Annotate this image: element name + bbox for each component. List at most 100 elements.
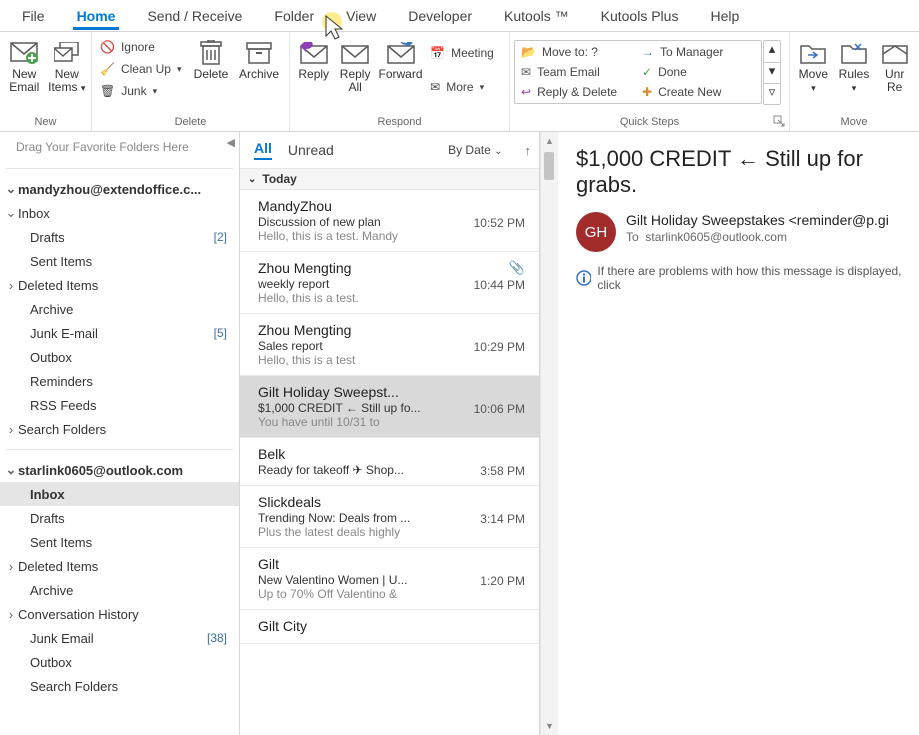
folder-item[interactable]: ⌄Inbox [0,201,239,225]
expand-icon: › [4,607,18,622]
quickstep-item[interactable]: ✚Create New [642,85,757,99]
folder-item[interactable]: Sent Items [0,530,239,554]
info-icon [576,270,591,286]
folder-item[interactable]: ›Conversation History [0,602,239,626]
folder-item[interactable]: ›Deleted Items [0,273,239,297]
folder-item[interactable]: Archive [0,578,239,602]
folder-item[interactable]: RSS Feeds [0,393,239,417]
message-item[interactable]: MandyZhouDiscussion of new planHello, th… [240,190,539,252]
main-area: ◀ Drag Your Favorite Folders Here ⌄mandy… [0,132,919,735]
delete-button[interactable]: Delete [188,36,234,83]
message-item[interactable]: Zhou MengtingSales reportHello, this is … [240,314,539,376]
quickstep-label: Reply & Delete [537,85,617,99]
tab-view[interactable]: View [330,2,392,29]
folder-item[interactable]: Junk Email[38] [0,626,239,650]
sort-direction-button[interactable]: ↑ [525,143,532,158]
tab-send-receive[interactable]: Send / Receive [131,2,258,29]
message-item[interactable]: BelkReady for takeoff ✈ Shop...3:58 PM [240,438,539,486]
folder-item[interactable]: Outbox [0,345,239,369]
message-list-scrollbar[interactable]: ▲ ▼ [540,132,558,735]
message-item[interactable]: 📎Zhou Mengtingweekly reportHello, this i… [240,252,539,314]
new-email-button[interactable]: NewEmail [4,36,45,96]
quickstep-item[interactable]: ✉Team Email [521,65,636,79]
reply-all-icon [340,38,370,68]
folder-item[interactable]: Drafts[2] [0,225,239,249]
reading-from: Gilt Holiday Sweepstakes <reminder@p.gi [626,212,915,228]
archive-button[interactable]: Archive [236,36,282,83]
tab-folder[interactable]: Folder [258,2,330,29]
folder-item[interactable]: Outbox [0,650,239,674]
folder-item[interactable]: Inbox [0,482,239,506]
message-item[interactable]: SlickdealsTrending Now: Deals from ...Pl… [240,486,539,548]
scroll-down-button[interactable]: ▼ [541,717,558,735]
info-bar[interactable]: If there are problems with how this mess… [576,264,915,292]
folder-item[interactable]: Junk E-mail[5] [0,321,239,345]
expand-icon: › [4,278,18,293]
quicksteps-expand[interactable]: ▿ [764,83,780,104]
filter-tab-unread[interactable]: Unread [288,142,334,158]
unread-read-icon [880,38,910,68]
quickstep-item[interactable]: →To Manager [642,45,757,59]
scroll-up-button[interactable]: ▲ [541,132,558,150]
tab-kutools-[interactable]: Kutools ™ [488,2,585,29]
forward-button[interactable]: Forward [377,36,424,83]
sort-by-button[interactable]: By Date ⌄ [448,143,502,157]
quickstep-item[interactable]: 📂Move to: ? [521,45,636,59]
tab-file[interactable]: File [6,2,61,29]
ribbon-group-respond: Reply ReplyAll Forward 📅Meeting ✉More▾ R… [290,32,510,131]
group-header-today[interactable]: ⌄ Today [240,168,539,190]
folder-item[interactable]: Sent Items [0,249,239,273]
message-subject: Discussion of new plan [258,215,438,229]
new-items-button[interactable]: NewItems ▾ [47,36,88,96]
message-item[interactable]: Gilt Holiday Sweepst...$1,000 CREDIT ← S… [240,376,539,438]
filter-tab-all[interactable]: All [254,140,272,160]
expand-icon: › [4,559,18,574]
account-header[interactable]: ⌄mandyzhou@extendoffice.c... [0,177,239,201]
folder-item[interactable]: Drafts [0,506,239,530]
folder-pane-collapse-icon[interactable]: ◀ [227,136,235,149]
quickstep-label: To Manager [660,45,723,59]
quickstep-item[interactable]: ✓Done [642,65,757,79]
tab-kutools-plus[interactable]: Kutools Plus [585,2,695,29]
reading-header: GH Gilt Holiday Sweepstakes <reminder@p.… [576,212,915,252]
move-button[interactable]: Move▾ [794,36,833,96]
cleanup-button[interactable]: 🧹Clean Up▾ [96,58,186,80]
quickstep-label: Move to: ? [542,45,598,59]
unread-read-button[interactable]: UnrRe [875,36,914,96]
folder-item[interactable]: ›Deleted Items [0,554,239,578]
message-from: Zhou Mengting [258,322,525,338]
tab-home[interactable]: Home [61,2,132,29]
more-respond-button[interactable]: ✉More▾ [426,76,505,98]
message-preview: Up to 70% Off Valentino & [258,587,478,601]
junk-button[interactable]: 🗑Junk▾ [96,80,186,102]
message-time: 10:44 PM [474,278,525,292]
quickstep-item[interactable]: ↩Reply & Delete [521,85,636,99]
folder-item[interactable]: Search Folders [0,674,239,698]
folder-item[interactable]: Reminders [0,369,239,393]
scroll-thumb[interactable] [544,152,554,180]
quicksteps-gallery[interactable]: 📂Move to: ? →To Manager ✉Team Email ✓Done ↩R… [514,40,762,104]
quicksteps-dialog-launcher-icon[interactable] [773,115,785,127]
ignore-button[interactable]: 🚫Ignore [96,36,186,58]
message-subject: weekly report [258,277,438,291]
meeting-icon: 📅 [430,46,445,60]
reply-all-button[interactable]: ReplyAll [335,36,374,96]
ribbon-group-new-label: New [0,114,91,131]
tab-help[interactable]: Help [694,2,755,29]
info-bar-text: If there are problems with how this mess… [597,264,915,292]
rules-button[interactable]: Rules▾ [835,36,874,96]
account-header[interactable]: ⌄starlink0605@outlook.com [0,458,239,482]
meeting-button[interactable]: 📅Meeting [426,42,505,64]
message-preview: You have until 10/31 to [258,415,478,429]
favorites-placeholder: Drag Your Favorite Folders Here [0,132,239,160]
folder-item[interactable]: ›Search Folders [0,417,239,441]
reply-icon [299,38,329,68]
reply-button[interactable]: Reply [294,36,333,83]
folder-item[interactable]: Archive [0,297,239,321]
message-from: Slickdeals [258,494,525,510]
tab-developer[interactable]: Developer [392,2,488,29]
quicksteps-scroll-up[interactable]: ▴ [764,41,780,62]
message-item[interactable]: Gilt City [240,610,539,644]
message-item[interactable]: GiltNew Valentino Women | U...Up to 70% … [240,548,539,610]
quicksteps-scroll-down[interactable]: ▾ [764,62,780,83]
